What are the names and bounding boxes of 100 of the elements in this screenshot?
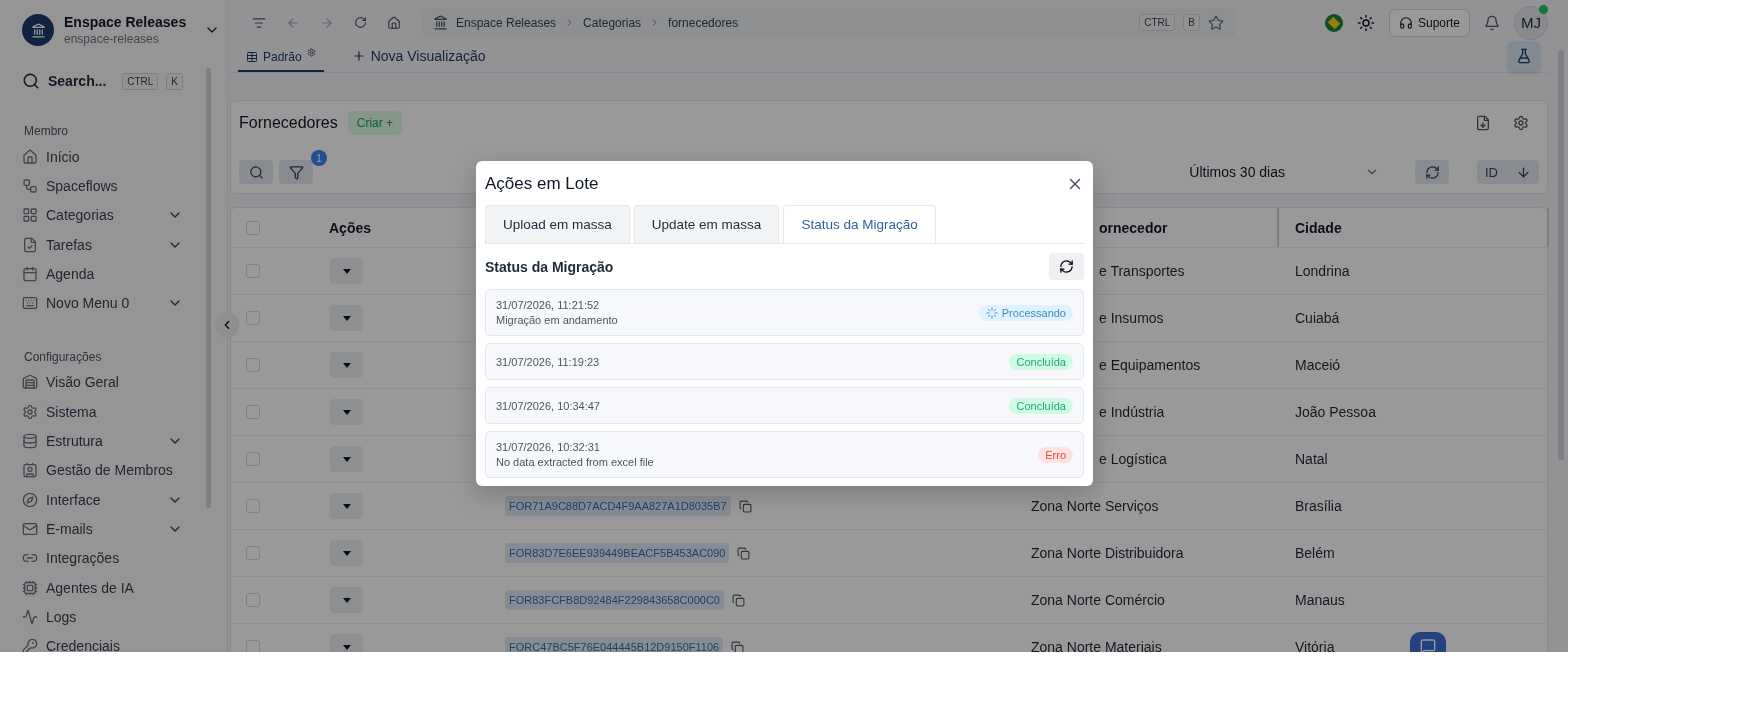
section-title: Configurações [24,349,103,364]
actions-dropdown-button[interactable] [330,446,363,472]
workspace-name: Enspace Releases [64,14,187,30]
database-icon [22,433,38,449]
column-header: Cidade [1294,219,1342,236]
caret-down-icon [342,644,351,650]
filter-icon [288,164,304,180]
tab[interactable]: Upload em massa [485,205,630,243]
table-cell: Zona Norte Materiais [1031,639,1162,652]
sidebar-item[interactable]: Sistema [22,397,227,427]
copy-icon[interactable] [731,593,745,607]
checkbox[interactable] [246,405,260,419]
sidebar-item[interactable]: Agenda [22,259,227,289]
copy-icon[interactable] [738,499,752,513]
flask-icon [1516,48,1532,64]
file-export-icon[interactable] [1475,115,1491,131]
reload-icon[interactable] [354,16,367,29]
checkbox[interactable] [246,640,260,652]
breadcrumb-link[interactable]: Categorias [583,15,642,30]
actions-dropdown-button[interactable] [330,352,363,378]
sun-icon[interactable] [1356,13,1375,32]
sidebar-item[interactable]: Início [22,142,227,172]
tab[interactable]: Update em massa [633,205,780,243]
sidebar-item[interactable]: E-mails [22,514,227,544]
table-cell: Vitória [1295,639,1335,652]
checkbox[interactable] [246,264,260,278]
home-icon [22,148,38,165]
breadcrumb-link[interactable]: Enspace Releases [456,15,557,30]
table-icon [246,51,258,63]
user-avatar[interactable]: MJ [1514,5,1548,40]
actions-dropdown-button[interactable] [330,540,363,566]
bell-icon[interactable] [1484,14,1500,31]
flask-button[interactable] [1508,41,1540,71]
table-cell: Zona Norte Serviços [1031,498,1159,514]
view-tab[interactable]: Padrão [238,50,324,72]
sidebar-item[interactable]: Visão Geral [22,367,227,398]
settings-icon[interactable] [1513,115,1529,131]
sidebar-item[interactable]: Tarefas [22,229,227,260]
checkbox[interactable] [246,452,260,466]
grid-icon [22,207,38,224]
keyboard-key: CTRL [122,72,159,90]
sort-button[interactable]: ID [1477,160,1539,184]
dialog-title: Ações em Lote [485,174,599,194]
sidebar-item[interactable]: Estrutura [22,426,227,456]
column-header: Ações [328,219,372,236]
card-title: Fornecedores [239,114,338,132]
arrow-down-icon [1516,164,1531,180]
checkbox[interactable] [246,546,260,560]
sidebar-item[interactable]: Interface [22,484,227,515]
refresh-icon [1059,259,1074,274]
collapse-button[interactable] [215,312,239,338]
sidebar-item[interactable]: Integrações [22,543,227,573]
status-badge: Concluída [1009,353,1073,370]
actions-dropdown-button[interactable] [330,305,363,331]
date-range-select[interactable]: Últimos 30 dias [1183,163,1385,181]
flag-icon[interactable] [1324,13,1343,32]
table-cell: Londrina [1295,263,1350,279]
refresh-button[interactable] [1049,253,1084,280]
sidebar-item[interactable]: Logs [22,602,227,632]
checkbox[interactable] [246,593,260,607]
star-icon[interactable] [1208,14,1224,31]
checkbox[interactable] [246,220,260,235]
sidebar-item[interactable]: Gestão de Membros [22,455,227,485]
actions-dropdown-button[interactable] [330,493,363,519]
filter-list-icon[interactable] [252,15,266,30]
contact-card-icon [22,462,38,479]
sidebar-item[interactable]: Categorias [22,200,227,230]
copy-icon[interactable] [731,640,745,652]
tab[interactable]: Status da Migração [783,205,936,243]
table-cell: Maceió [1295,357,1341,373]
caret-down-icon [342,550,351,556]
sidebar-item[interactable]: Agentes de IA [22,572,227,603]
search-button[interactable] [239,160,273,184]
checkbox[interactable] [246,358,260,372]
status-badge: Concluída [1009,397,1073,414]
actions-dropdown-button[interactable] [330,399,363,425]
copy-icon[interactable] [737,546,751,560]
checkbox[interactable] [246,499,260,513]
status-message: No data extracted from excel file [496,456,654,468]
id-chip: FOR83FCFB8D92484F229843658C000C0 [505,590,724,610]
sidebar-item[interactable]: Novo Menu 0 [22,288,227,318]
plus-icon [351,49,366,63]
home-icon[interactable] [387,15,401,30]
caret-down-icon [342,409,351,415]
actions-dropdown-button[interactable] [330,258,363,284]
add-view-tab[interactable]: Nova Visualização [343,48,494,72]
breadcrumb-link[interactable]: fornecedores [668,15,739,30]
keyboard-key: CTRL [1139,14,1176,31]
search-field[interactable]: Search... [48,73,115,89]
sidebar-item[interactable]: Spaceflows [22,171,227,201]
actions-dropdown-button[interactable] [330,587,363,613]
table-cell: e Insumos [1099,310,1164,326]
checkbox[interactable] [246,311,260,325]
table-cell: Belém [1295,545,1335,561]
datetime-text: 31/07/2026, 11:19:23 [496,355,600,368]
table-cell: Cuiabá [1295,310,1340,326]
filter-button[interactable] [279,160,313,184]
support-button[interactable]: Suporte [1388,8,1470,37]
activity-icon [22,608,38,625]
sidebar-item[interactable]: Credenciais [22,631,227,652]
